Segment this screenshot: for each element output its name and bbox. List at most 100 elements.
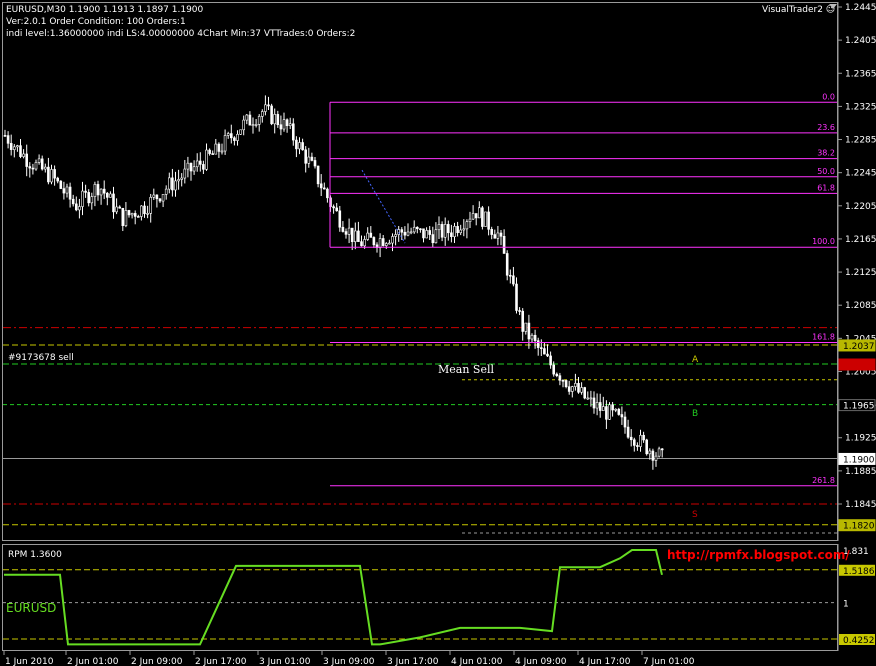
price-tag-label: 1.1965 [843, 402, 875, 412]
price-tick-label: 1.2165 [845, 235, 876, 245]
indicator-axis-label: 1 [843, 600, 849, 610]
candle-body [124, 210, 128, 226]
visualtrader-brand: VisualTrader2 ☺ [762, 5, 836, 15]
candle-body [453, 226, 456, 237]
candle-body [586, 397, 590, 400]
candle-body [118, 206, 121, 209]
candle-body [158, 198, 162, 202]
chart-scroll-arrow-icon[interactable] [829, 4, 837, 9]
time-tick-label: 3 Jun 17:00 [387, 657, 439, 666]
candle-body [199, 160, 202, 165]
time-tick-label: 2 Jun 09:00 [131, 657, 183, 666]
candle-body [75, 203, 78, 211]
price-tick-label: 1.2245 [845, 169, 876, 179]
symbol-line: EURUSD,M30 1.1900 1.1913 1.1897 1.1900 [6, 5, 204, 15]
zone-letter-b: B [692, 409, 698, 419]
candle-body [484, 211, 487, 227]
candle-body [589, 397, 593, 400]
candle-body [78, 206, 81, 211]
candle-body [109, 193, 112, 198]
candle-body [195, 160, 199, 168]
candle-body [316, 165, 320, 185]
candle-body [378, 238, 382, 249]
candle-body [443, 224, 447, 238]
candle-body [629, 436, 633, 441]
candle-body [226, 133, 230, 136]
candle-body [381, 238, 385, 246]
candle-body [90, 196, 94, 204]
candle-body [133, 213, 137, 217]
fib-level-label: 261.8 [812, 476, 835, 485]
candle-body [214, 143, 218, 155]
candle-body [518, 310, 521, 312]
candle-body [623, 416, 627, 428]
time-tick-label: 2 Jun 17:00 [195, 657, 247, 666]
candle-body [25, 153, 29, 167]
price-tag-label: 1.2037 [843, 342, 875, 352]
candle-body [152, 194, 156, 198]
candle-body [313, 160, 317, 167]
candle-body [223, 135, 227, 152]
candle-body [394, 234, 397, 237]
candle-body [620, 414, 624, 418]
candle-body [285, 119, 289, 127]
candle-body [174, 180, 177, 191]
candle-body [552, 364, 556, 375]
candle-body [189, 162, 193, 172]
candle-body [205, 149, 208, 170]
time-tick-label: 3 Jun 01:00 [259, 657, 311, 666]
candle-body [428, 230, 432, 235]
candle-body [248, 114, 252, 126]
price-tick-label: 1.2205 [845, 202, 876, 212]
price-tick-label: 1.1845 [845, 500, 876, 510]
candle-body [496, 232, 500, 239]
candle-body [130, 213, 134, 216]
candle-body [121, 207, 125, 226]
candle-body [31, 167, 35, 170]
candle-body [106, 192, 109, 198]
candle-body [539, 347, 543, 349]
candle-body [502, 235, 506, 254]
candle-body [186, 162, 190, 170]
candle-body [366, 232, 370, 240]
candle-body [81, 190, 84, 207]
candle-body [651, 450, 655, 461]
time-tick-label: 7 Jun 01:00 [643, 657, 695, 666]
candle-body [487, 211, 490, 230]
candle-body [19, 145, 22, 157]
candle-body [648, 450, 652, 455]
candle-body [59, 180, 63, 189]
candle-body [632, 439, 636, 446]
candle-body [626, 426, 630, 438]
candle-body [298, 142, 301, 150]
candle-body [239, 129, 242, 135]
candle-body [115, 206, 118, 213]
price-tick-label: 1.1925 [845, 434, 876, 444]
candle-body [574, 383, 577, 387]
candle-body [112, 193, 115, 213]
price-chart[interactable]: #9173678 sell Mean Sell 0.0 23.6 38.2 50.0 61… [0, 0, 876, 666]
candle-body [99, 188, 103, 196]
candle-body [567, 386, 571, 392]
candle-body [65, 186, 69, 194]
main-panel-frame [2, 2, 838, 541]
candlestick-series [3, 95, 664, 470]
price-tick-label: 1.2445 [845, 3, 876, 13]
time-tick-label: 4 Jun 17:00 [579, 657, 631, 666]
indicator-axis-label: 1.5186 [843, 567, 875, 577]
candle-body [270, 105, 273, 125]
candle-body [310, 156, 314, 161]
candle-body [549, 355, 552, 366]
candle-body [477, 207, 481, 219]
candle-body [276, 114, 280, 126]
candle-body [546, 353, 549, 357]
candle-body [177, 179, 180, 182]
candle-body [68, 186, 72, 200]
candle-body [505, 253, 509, 276]
candle-body [372, 237, 376, 246]
candle-body [273, 114, 277, 125]
candle-body [657, 448, 661, 457]
candle-body [236, 133, 239, 141]
candle-body [254, 124, 258, 126]
fib-level-label: 61.8 [817, 183, 835, 192]
